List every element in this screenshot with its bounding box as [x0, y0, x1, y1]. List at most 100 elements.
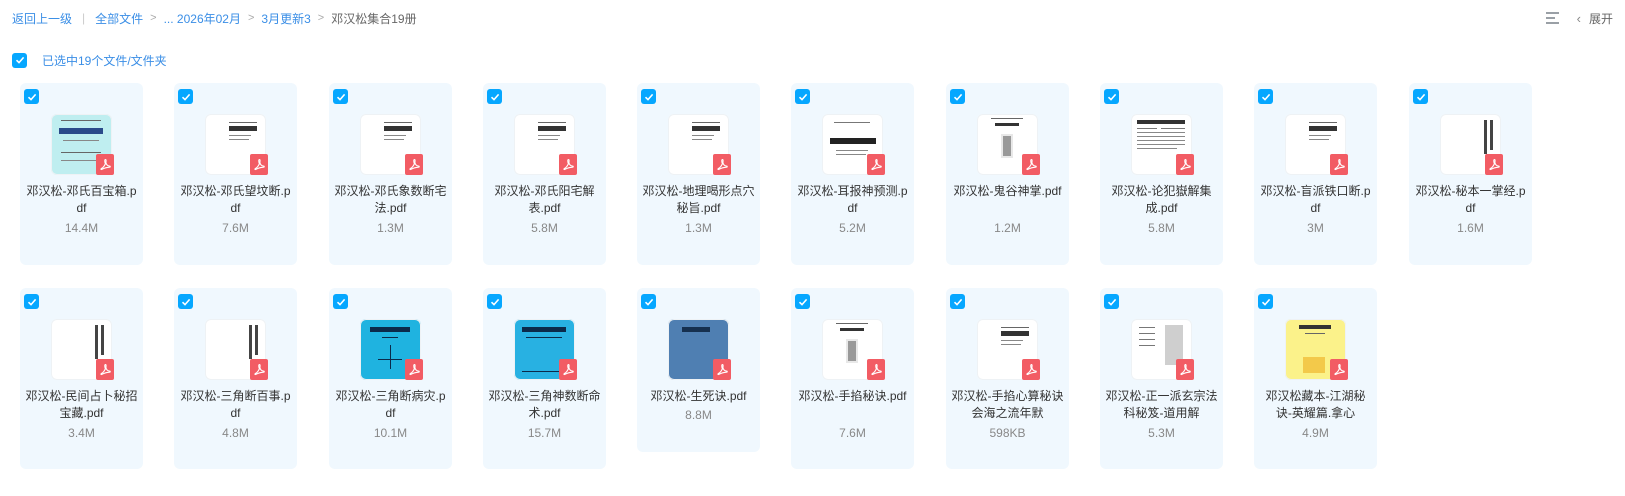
file-card[interactable]: 邓汉松-生死诀.pdf 8.8M [637, 288, 760, 452]
file-checkbox[interactable] [641, 89, 656, 104]
file-card[interactable]: 邓汉松-盲派铁口断.pdf 3M [1254, 83, 1377, 265]
file-name: 邓汉松-鬼谷神掌.pdf [953, 184, 1062, 198]
file-name: 邓汉松-盲派铁口断.pdf [1260, 184, 1371, 215]
file-checkbox[interactable] [487, 294, 502, 309]
file-name: 邓汉松-地理喝形点穴秘旨.pdf [642, 184, 755, 215]
pdf-file-icon [405, 154, 423, 175]
file-name: 邓汉松-手掐秘诀.pdf [798, 389, 907, 403]
file-size: 4.9M [1302, 426, 1329, 440]
file-size: 3.4M [68, 426, 95, 440]
pdf-file-icon [250, 359, 268, 380]
file-size: 7.6M [839, 426, 866, 440]
pdf-file-icon [1022, 359, 1040, 380]
file-size: 1.3M [377, 221, 404, 235]
file-checkbox[interactable] [333, 294, 348, 309]
file-card[interactable]: 邓汉松-手掐心算秘诀会海之流年默 598KB [946, 288, 1069, 469]
file-size: 15.7M [527, 426, 562, 440]
pdf-file-icon [867, 154, 885, 175]
file-checkbox[interactable] [950, 89, 965, 104]
file-card[interactable]: 邓汉松-三角断病灾.pdf 10.1M [329, 288, 452, 469]
file-size: 598KB [989, 426, 1026, 440]
file-card[interactable]: 邓汉松-秘本一掌经.pdf 1.6M [1409, 83, 1532, 265]
expand-button[interactable]: 展开 [1589, 10, 1613, 27]
file-name: 邓汉松-三角断病灾.pdf [335, 389, 446, 420]
file-name: 邓汉松-邓氏望坟断.pdf [180, 184, 291, 215]
file-checkbox[interactable] [1258, 89, 1273, 104]
breadcrumb-all-files[interactable]: 全部文件 [95, 10, 143, 27]
breadcrumb-separator-icon: > [150, 12, 157, 24]
file-checkbox[interactable] [641, 294, 656, 309]
file-card[interactable]: 邓汉松-邓氏象数断宅法.pdf 1.3M [329, 83, 452, 265]
file-card[interactable]: 邓汉松-邓氏望坟断.pdf 7.6M [174, 83, 297, 265]
file-card[interactable]: 邓汉松-耳报神预测.pdf 5.2M [791, 83, 914, 265]
file-name: 邓汉松-秘本一掌经.pdf [1415, 184, 1526, 215]
file-name: 邓汉松-论犯嶽解集成.pdf [1111, 184, 1212, 215]
file-card[interactable]: 邓汉松-手掐秘诀.pdf 7.6M [791, 288, 914, 469]
pdf-file-icon [559, 154, 577, 175]
file-checkbox[interactable] [1258, 294, 1273, 309]
file-checkbox[interactable] [24, 89, 39, 104]
pdf-file-icon [1485, 154, 1503, 175]
back-link[interactable]: 返回上一级 [12, 10, 72, 27]
file-card[interactable]: 邓汉松-论犯嶽解集成.pdf 5.8M [1100, 83, 1223, 265]
pdf-file-icon [96, 154, 114, 175]
file-size: 1.3M [685, 221, 712, 235]
pdf-file-icon [1022, 154, 1040, 175]
breadcrumb-current: 邓汉松集合19册 [331, 11, 417, 26]
file-size: 10.1M [373, 426, 408, 440]
file-card[interactable]: 邓汉松-三角断百事.pdf 4.8M [174, 288, 297, 469]
file-name: 邓汉松-生死诀.pdf [650, 389, 747, 403]
file-card[interactable]: 邓汉松-正一派玄宗法科秘笈-道用解 5.3M [1100, 288, 1223, 469]
file-checkbox[interactable] [24, 294, 39, 309]
breadcrumb-divider: | [82, 11, 86, 25]
pdf-file-icon [96, 359, 114, 380]
file-card[interactable]: 邓汉松-地理喝形点穴秘旨.pdf 1.3M [637, 83, 760, 265]
breadcrumb-folder[interactable]: 3月更新3 [261, 10, 310, 27]
file-card[interactable]: 邓汉松-民间占卜秘招宝藏.pdf 3.4M [20, 288, 143, 469]
file-card[interactable]: 邓汉松-鬼谷神掌.pdf 1.2M [946, 83, 1069, 265]
file-name: 邓汉松-邓氏百宝箱.pdf [26, 184, 137, 215]
file-card[interactable]: 邓汉松藏本-江湖秘诀-英耀篇.拿心 4.9M [1254, 288, 1377, 469]
breadcrumb-ellipsis-path[interactable]: ... 2026年02月 [164, 10, 241, 27]
file-size: 14.4M [64, 221, 99, 235]
pdf-file-icon [713, 359, 731, 380]
chevron-left-icon[interactable]: ‹ [1577, 11, 1581, 26]
file-name: 邓汉松藏本-江湖秘诀-英耀篇.拿心 [1265, 389, 1366, 420]
file-checkbox[interactable] [1104, 294, 1119, 309]
file-card[interactable]: 邓汉松-邓氏百宝箱.pdf 14.4M [20, 83, 143, 265]
pdf-file-icon [867, 359, 885, 380]
file-name: 邓汉松-三角神数断命术.pdf [488, 389, 601, 420]
file-checkbox[interactable] [487, 89, 502, 104]
file-name: 邓汉松-正一派玄宗法科秘笈-道用解 [1105, 389, 1218, 420]
pdf-file-icon [1330, 154, 1348, 175]
pdf-file-icon [713, 154, 731, 175]
file-name: 邓汉松-民间占卜秘招宝藏.pdf [25, 389, 138, 420]
pdf-file-icon [1176, 359, 1194, 380]
file-checkbox[interactable] [333, 89, 348, 104]
file-card[interactable]: 邓汉松-三角神数断命术.pdf 15.7M [483, 288, 606, 469]
file-checkbox[interactable] [1413, 89, 1428, 104]
pdf-file-icon [405, 359, 423, 380]
select-all-checkbox[interactable] [12, 52, 27, 68]
file-card[interactable]: 邓汉松-邓氏阳宅解表.pdf 5.8M [483, 83, 606, 265]
file-name: 邓汉松-手掐心算秘诀会海之流年默 [951, 389, 1064, 420]
file-checkbox[interactable] [178, 294, 193, 309]
file-checkbox[interactable] [950, 294, 965, 309]
file-checkbox[interactable] [795, 89, 810, 104]
file-checkbox[interactable] [1104, 89, 1119, 104]
file-size: 5.2M [839, 221, 866, 235]
pdf-file-icon [1330, 359, 1348, 380]
file-size: 1.2M [994, 221, 1021, 235]
breadcrumb-separator-icon: > [247, 12, 255, 24]
file-checkbox[interactable] [795, 294, 810, 309]
list-view-icon[interactable] [1545, 12, 1559, 24]
file-checkbox[interactable] [178, 89, 193, 104]
file-size: 1.6M [1457, 221, 1484, 235]
file-size: 5.8M [531, 221, 558, 235]
file-size: 5.3M [1148, 426, 1175, 440]
file-size: 8.8M [685, 408, 712, 422]
breadcrumb-separator-icon: > [317, 12, 325, 24]
file-name: 邓汉松-三角断百事.pdf [180, 389, 291, 420]
select-all-bar: 已选中19个文件/文件夹 [12, 51, 167, 69]
view-toolbar: ‹ 展开 [1545, 8, 1613, 28]
